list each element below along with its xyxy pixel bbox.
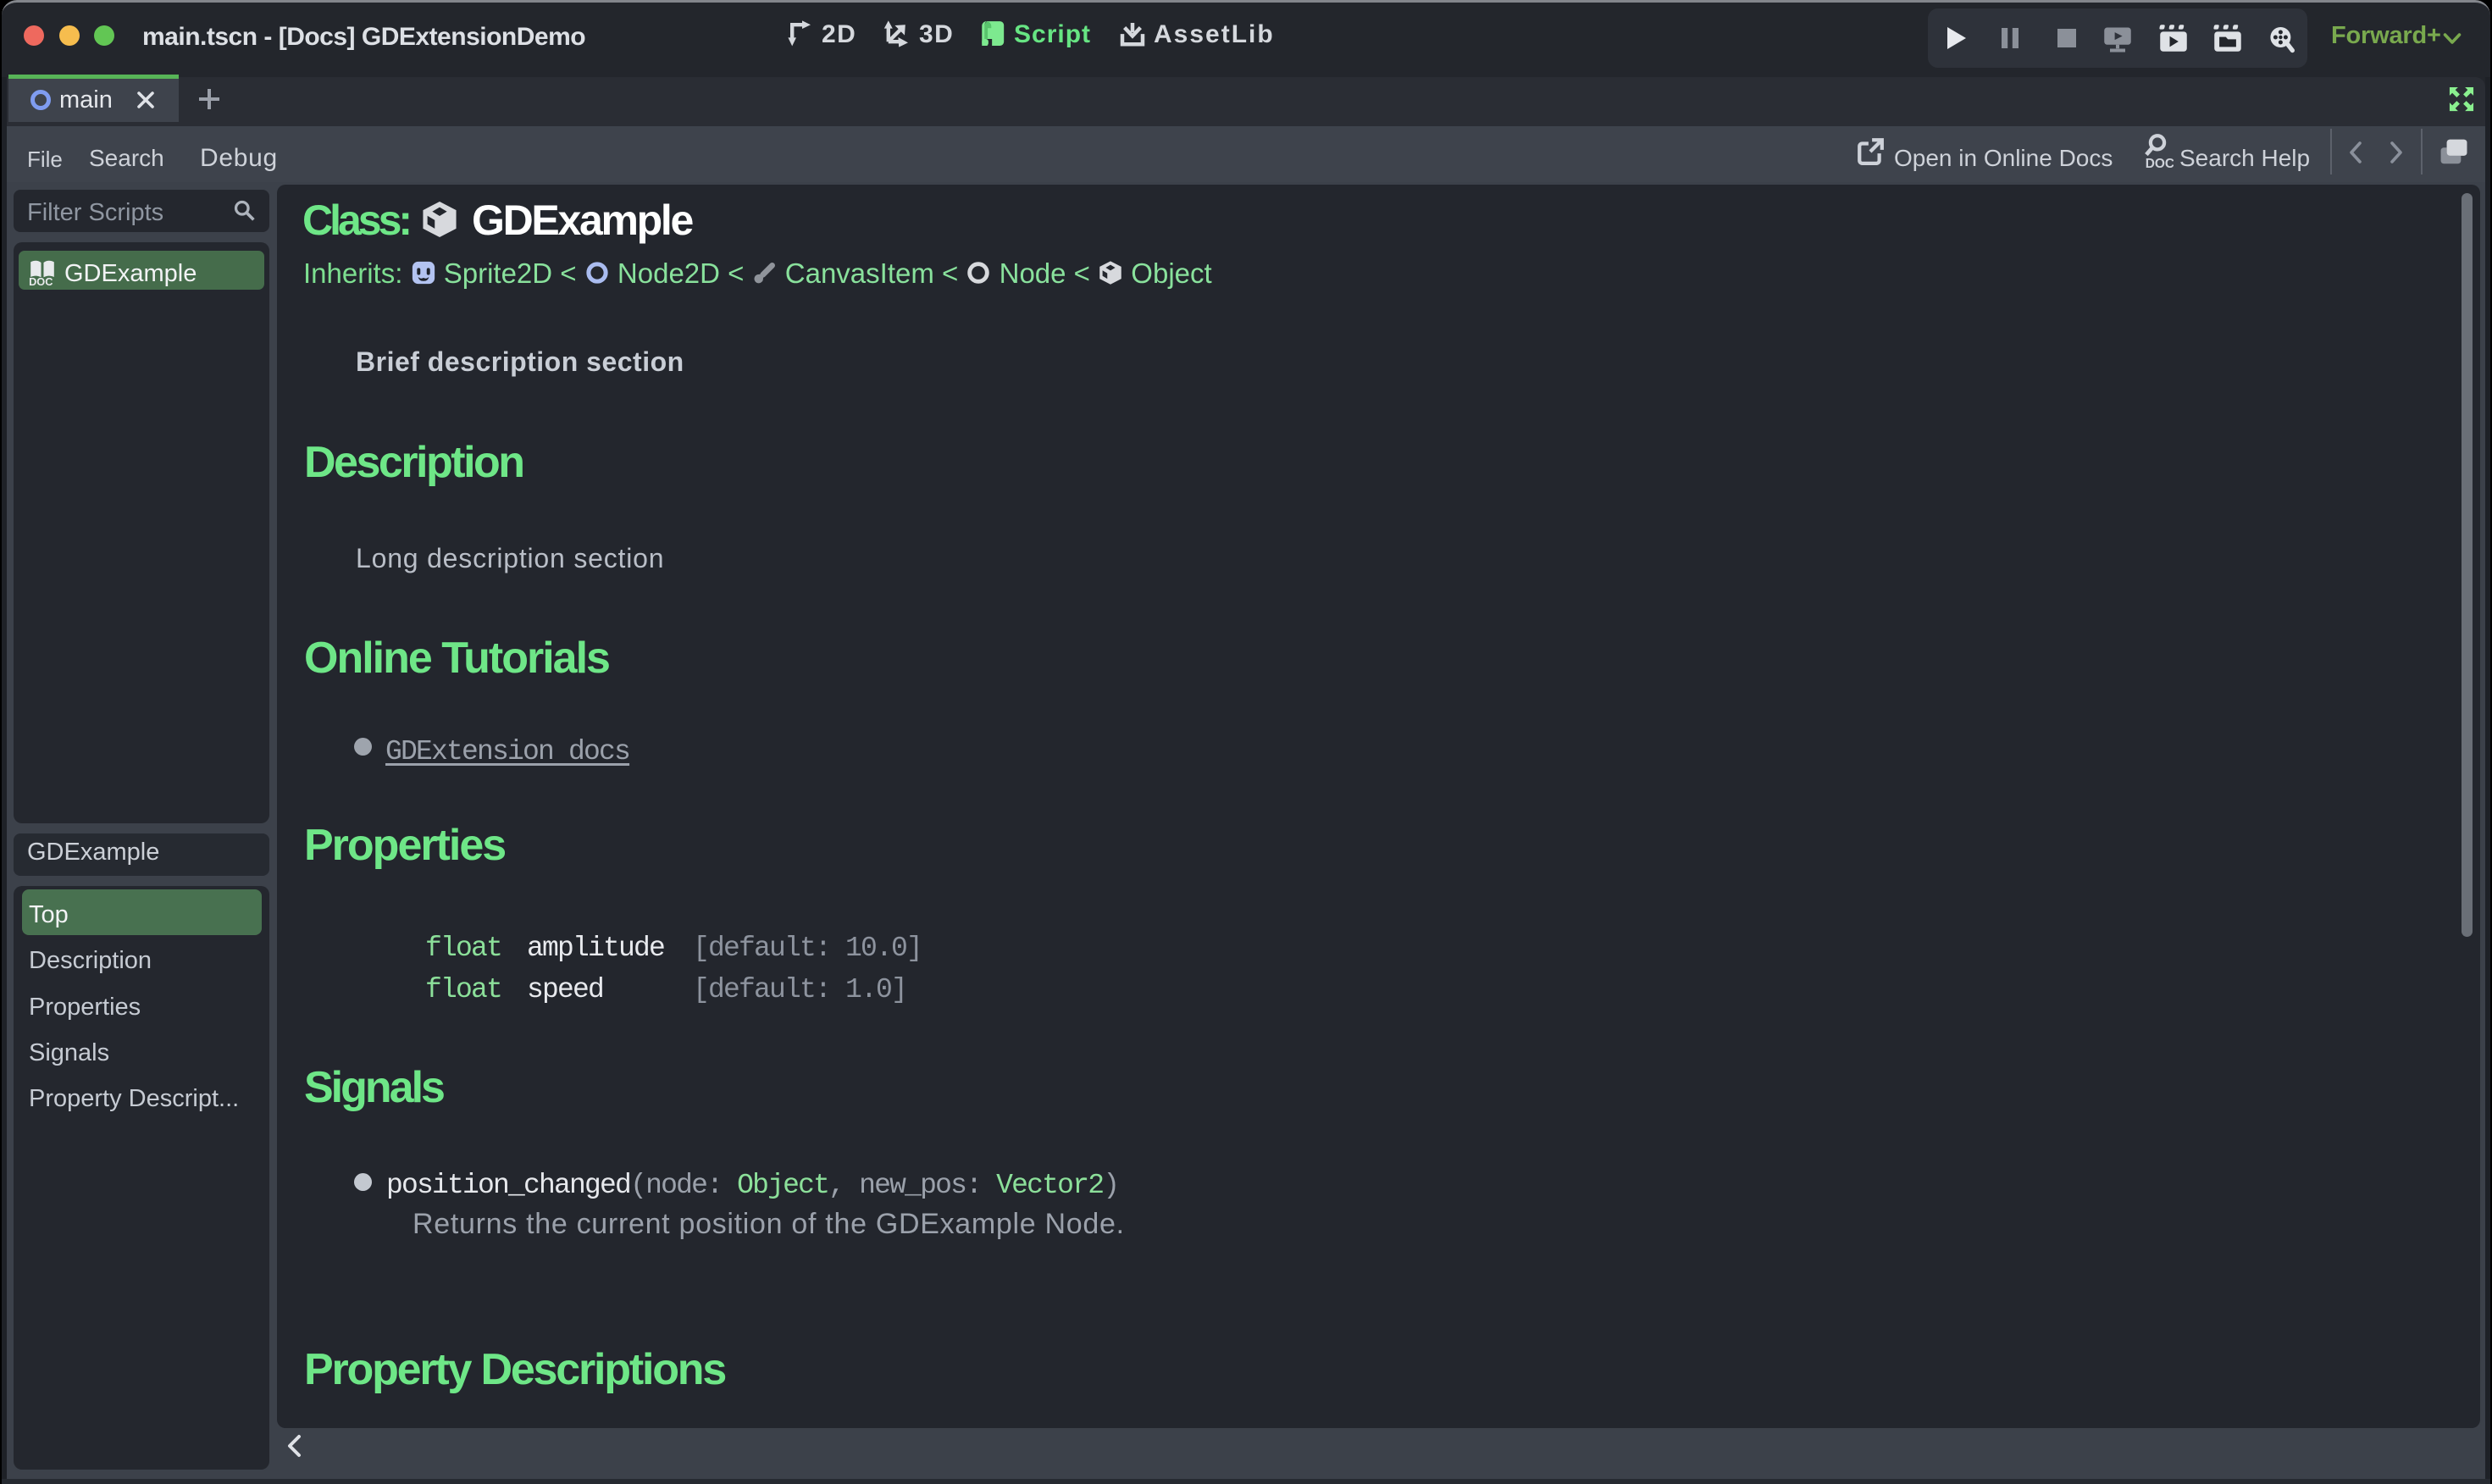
svg-text:DOC: DOC xyxy=(2146,157,2174,171)
svg-text:DOC: DOC xyxy=(29,275,53,286)
